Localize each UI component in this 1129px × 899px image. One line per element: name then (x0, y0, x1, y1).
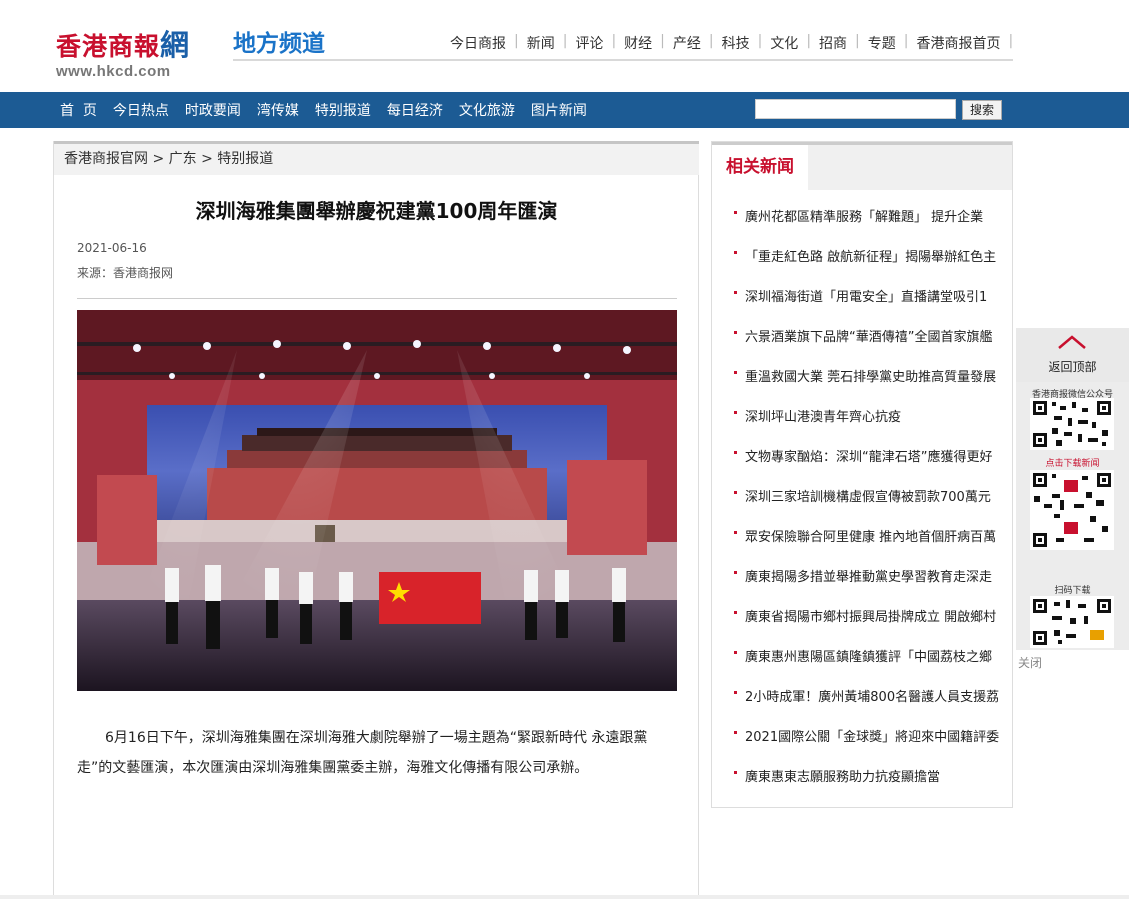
chevron-up-icon (1058, 335, 1086, 349)
news-item[interactable]: 2021國際公關「金球獎」將迎來中國籍評委 (732, 726, 1006, 766)
related-news-panel: 相关新闻 廣州花都區精準服務「解難題」 提升企業 「重走紅色路 啟航新征程」揭陽… (711, 141, 1013, 808)
nav-item[interactable]: 图片新闻 (531, 100, 587, 120)
article-photo (77, 310, 677, 691)
nav-home[interactable]: 首 页 (60, 100, 97, 120)
topnav-link[interactable]: 产经 (673, 33, 701, 53)
nav-item[interactable]: 湾传媒 (257, 100, 299, 120)
related-tabbar: 相关新闻 (712, 142, 1012, 193)
nav-item[interactable]: 特别报道 (315, 100, 371, 120)
site-logo[interactable]: 香港商報網 www.hkcd.com (56, 22, 190, 80)
main-nav: 首 页 今日热点 时政要闻 湾传媒 特别报道 每日经济 文化旅游 图片新闻 (60, 92, 603, 128)
news-item[interactable]: 文物專家酗焰：深圳“龍津石塔”應獲得更好 (732, 446, 1006, 486)
search-input[interactable] (755, 99, 956, 119)
news-item[interactable]: 深圳三家培訓機構虛假宣傳被罰款700萬元 (732, 486, 1006, 526)
article-title: 深圳海雅集團舉辦慶祝建黨100周年匯演 (195, 199, 558, 223)
news-item[interactable]: 「重走紅色路 啟航新征程」揭陽舉辦紅色主 (732, 246, 1006, 286)
news-item[interactable]: 2小時成軍！廣州黃埔800名醫護人員支援荔 (732, 686, 1006, 726)
topnav-link[interactable]: 财经 (624, 33, 652, 53)
top-nav: 今日商报 | 新闻 | 评论 | 财经 | 产经 | 科技 | 文化 | 招商 | 专题 | 香港… (450, 33, 1014, 53)
news-item[interactable]: 深圳坪山港澳青年齊心抗疫 (732, 406, 1006, 446)
topnav-link[interactable]: 评论 (575, 33, 603, 53)
qr-code-panel: 香港商报微信公众号 点击下载新闻 扫码下载 (1016, 382, 1129, 650)
news-item[interactable]: 廣東惠州惠陽區鎮隆鎮獲評「中國荔枝之鄉 (732, 646, 1006, 686)
news-item[interactable]: 廣東惠東志願服務助力抗疫顯擔當 (732, 766, 1006, 806)
news-item[interactable]: 深圳福海街道「用電安全」直播講堂吸引1 (732, 286, 1006, 326)
nav-item[interactable]: 今日热点 (113, 100, 169, 120)
related-news-list: 廣州花都區精準服務「解難題」 提升企業 「重走紅色路 啟航新征程」揭陽舉辦紅色主… (732, 206, 1006, 806)
article-source: 来源：香港商报网 (77, 266, 174, 280)
topnav-link[interactable]: 新闻 (527, 33, 555, 53)
qr-caption: 点击下载新闻 (1045, 459, 1100, 469)
article-date: 2021-06-16 (77, 241, 147, 255)
qr-code-image[interactable] (1030, 398, 1114, 450)
qr-code-image[interactable] (1030, 470, 1114, 550)
site-header: 香港商報網 www.hkcd.com 地方频道 今日商报 | 新闻 | 评论 | 财经… (0, 0, 1129, 92)
back-to-top-button[interactable]: 返回顶部 (1016, 328, 1129, 382)
qr-code-image[interactable] (1030, 596, 1114, 648)
nav-item[interactable]: 文化旅游 (459, 100, 515, 120)
article-divider (77, 298, 677, 299)
breadcrumb[interactable]: 香港商报官网 > 广东 > 特别报道 (54, 141, 699, 175)
nav-item[interactable]: 时政要闻 (185, 100, 241, 120)
article-body: 6月16日下午，深圳海雅集團在深圳海雅大劇院舉辦了一場主題為“緊跟新時代 永遠跟… (77, 730, 648, 776)
news-item[interactable]: 眾安保險聯合阿里健康 推內地首個肝病百萬 (732, 526, 1006, 566)
back-to-top-label: 返回顶部 (1048, 360, 1097, 374)
channel-title[interactable]: 地方频道 (233, 24, 325, 58)
news-item[interactable]: 廣州花都區精準服務「解難題」 提升企業 (732, 206, 1006, 246)
news-item[interactable]: 六景酒業旗下品牌“華酒傳禧”全國首家旗艦 (732, 326, 1006, 366)
page-bottom-edge (0, 895, 1129, 899)
article-container: 香港商报官网 > 广东 > 特别报道 深圳海雅集團舉辦慶祝建黨100周年匯演 2… (53, 141, 699, 899)
news-item[interactable]: 重溫救國大業 莞石排學黨史助推高質量發展 (732, 366, 1006, 406)
topnav-link[interactable]: 专题 (868, 33, 896, 53)
qr-caption: 扫码下载 (1054, 586, 1091, 596)
main-nav-bar: 首 页 今日热点 时政要闻 湾传媒 特别报道 每日经济 文化旅游 图片新闻 (0, 92, 1129, 128)
logo-url: www.hkcd.com (56, 63, 171, 80)
topnav-link[interactable]: 今日商报 (450, 33, 506, 53)
topnav-link[interactable]: 文化 (770, 33, 798, 53)
topnav-link[interactable]: 香港商报首页 (916, 33, 1000, 53)
news-item[interactable]: 廣東揭陽多措並舉推動黨史學習教育走深走 (732, 566, 1006, 606)
header-divider (233, 59, 1013, 61)
search-button[interactable]: 搜索 (962, 100, 1002, 120)
nav-item[interactable]: 每日经济 (387, 100, 443, 120)
logo-text: 香港商報網 (56, 28, 191, 62)
topnav-link[interactable]: 招商 (819, 33, 847, 53)
topnav-link[interactable]: 科技 (722, 33, 750, 53)
tab-related-news[interactable]: 相关新闻 (712, 142, 808, 193)
close-float-link[interactable]: 关闭 (1018, 654, 1042, 671)
news-item[interactable]: 廣東省揭陽市鄉村振興局掛牌成立 開啟鄉村 (732, 606, 1006, 646)
